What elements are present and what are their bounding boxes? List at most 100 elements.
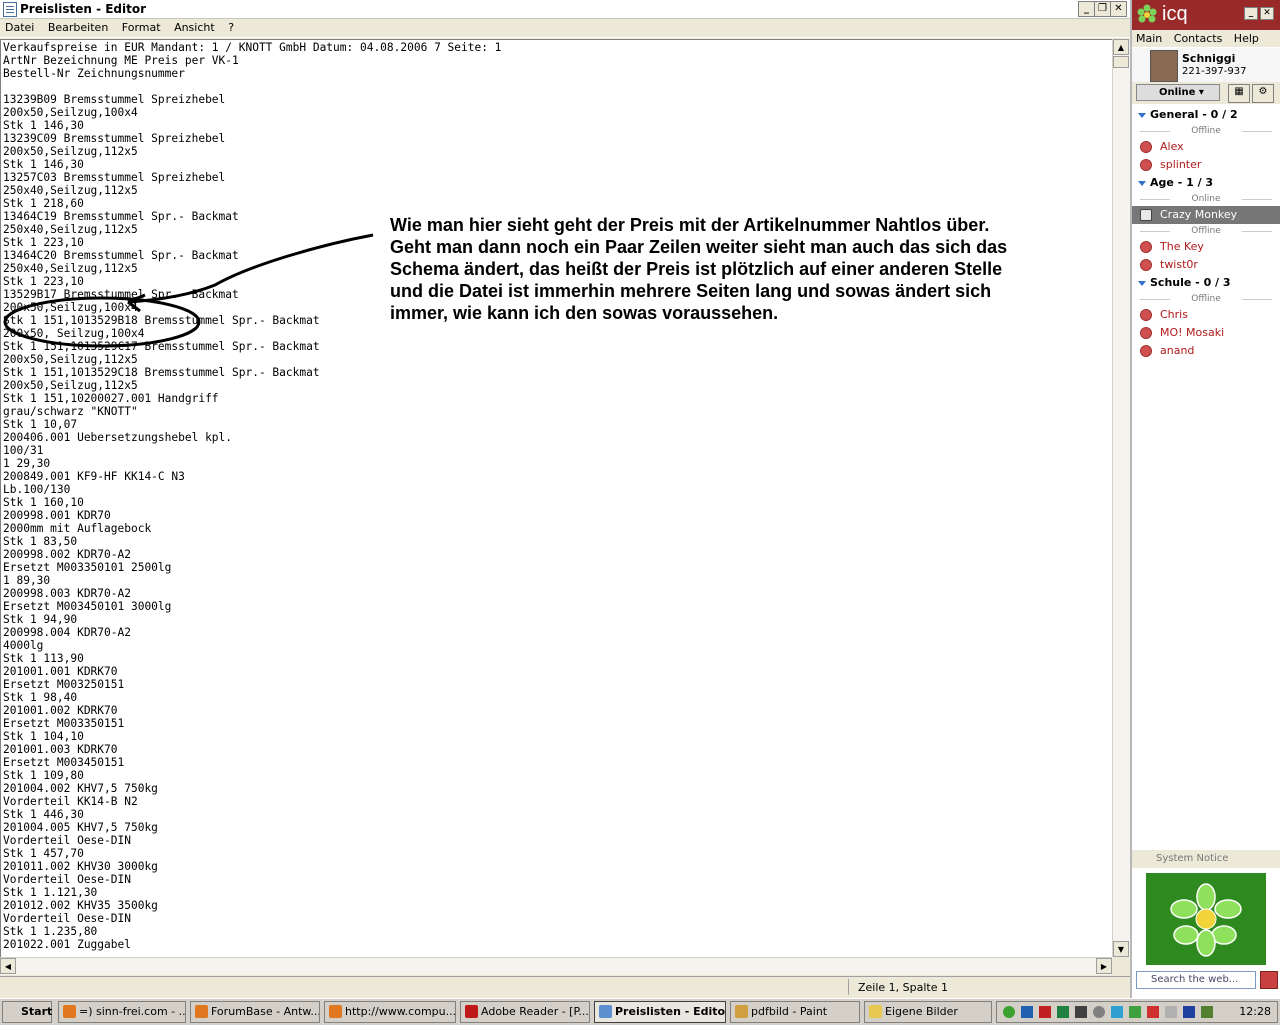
web-search-input[interactable]: Search the web...: [1136, 971, 1256, 989]
contact-mo-mosaki[interactable]: MO! Mosaki: [1132, 324, 1280, 342]
taskbar-item-http[interactable]: http://www.compu...: [324, 1001, 456, 1023]
menu-help[interactable]: ?: [223, 19, 239, 37]
contact-twist0r[interactable]: twist0r: [1132, 256, 1280, 274]
cursor-position: Zeile 1, Spalte 1: [858, 981, 949, 994]
group-count: 0 / 2: [1210, 108, 1238, 121]
app-tray-icon[interactable]: [1111, 1006, 1123, 1018]
icq-close-button[interactable]: ✕: [1260, 7, 1274, 20]
menu-datei[interactable]: Datei: [0, 19, 39, 37]
contact-crazy-monkey[interactable]: Crazy Monkey: [1132, 206, 1280, 224]
contacts-grid-icon[interactable]: ▦: [1228, 84, 1250, 103]
group-name: Schule: [1150, 276, 1192, 289]
icq-window: icq _ ✕ Main Contacts Help Schniggi 221-…: [1130, 0, 1280, 998]
contact-chris[interactable]: Chris: [1132, 306, 1280, 324]
contact-name: Chris: [1160, 308, 1188, 321]
icq-minimize-button[interactable]: _: [1244, 7, 1258, 20]
system-notice-bar[interactable]: System Notice: [1132, 850, 1280, 868]
icq-flower-logo-icon: [1170, 883, 1242, 957]
app-tray-icon[interactable]: [1147, 1006, 1159, 1018]
firefox-icon: [329, 1005, 342, 1018]
contact-name: Alex: [1160, 140, 1184, 153]
scroll-up-icon[interactable]: ▲: [1113, 39, 1129, 55]
icq-user-panel: Schniggi 221-397-937: [1132, 48, 1280, 82]
contact-the-key[interactable]: The Key: [1132, 238, 1280, 256]
app-tray-icon[interactable]: [1129, 1006, 1141, 1018]
notepad-title-bar[interactable]: Preislisten - Editor _ ❐ ✕: [0, 0, 1130, 19]
scroll-down-icon[interactable]: ▼: [1113, 941, 1129, 957]
minimize-button[interactable]: _: [1078, 1, 1095, 17]
avatar[interactable]: [1150, 50, 1178, 82]
taskbar-item-notepad[interactable]: Preislisten - Editor: [594, 1001, 726, 1023]
system-tray: 12:28: [996, 1001, 1278, 1023]
group-subheading: Offline: [1132, 224, 1280, 238]
icq-title-bar[interactable]: icq _ ✕: [1132, 0, 1280, 30]
app-tray-icon[interactable]: [1093, 1006, 1105, 1018]
group-age[interactable]: Age - 1 / 3: [1132, 174, 1280, 192]
icq-menu-bar: Main Contacts Help: [1132, 30, 1280, 47]
antivirus-tray-icon[interactable]: [1039, 1006, 1051, 1018]
online-icon: [1140, 209, 1152, 221]
offline-flower-icon: [1140, 159, 1152, 171]
icq-menu-main[interactable]: Main: [1132, 30, 1166, 47]
menu-ansicht[interactable]: Ansicht: [169, 19, 220, 37]
group-name: General: [1150, 108, 1199, 121]
taskbar-label: pdfbild - Paint: [751, 1005, 828, 1018]
group-subheading: Offline: [1132, 124, 1280, 138]
taskbar-item-eigene-bilder[interactable]: Eigene Bilder: [864, 1001, 992, 1023]
offline-flower-icon: [1140, 327, 1152, 339]
icq-menu-contacts[interactable]: Contacts: [1170, 30, 1227, 47]
menu-bar: Datei Bearbeiten Format Ansicht ?: [0, 19, 1130, 38]
text-editor-area[interactable]: Verkaufspreise in EUR Mandant: 1 / KNOTT…: [0, 39, 1113, 958]
contact-name: The Key: [1160, 240, 1204, 253]
group-schule[interactable]: Schule - 0 / 3: [1132, 274, 1280, 292]
taskbar-item-forumbase[interactable]: ForumBase - Antw...: [190, 1001, 320, 1023]
scroll-right-icon[interactable]: ▶: [1096, 958, 1112, 974]
status-bar: Zeile 1, Spalte 1: [0, 976, 1130, 997]
offline-flower-icon: [1140, 345, 1152, 357]
collapse-arrow-icon: [1138, 180, 1146, 186]
icq-menu-help[interactable]: Help: [1230, 30, 1263, 47]
volume-tray-icon[interactable]: [1165, 1006, 1177, 1018]
collapse-arrow-icon: [1138, 280, 1146, 286]
icq-logo-banner[interactable]: [1146, 873, 1266, 965]
contact-name: MO! Mosaki: [1160, 326, 1225, 339]
icq-title: icq: [1162, 3, 1188, 25]
taskbar-item-paint[interactable]: pdfbild - Paint: [730, 1001, 860, 1023]
contact-name: anand: [1160, 344, 1195, 357]
icq-tray-icon[interactable]: [1003, 1006, 1015, 1018]
contact-alex[interactable]: Alex: [1132, 138, 1280, 156]
contact-anand[interactable]: anand: [1132, 342, 1280, 360]
status-dropdown[interactable]: Online ▾: [1136, 84, 1220, 101]
search-go-icon[interactable]: [1260, 971, 1278, 989]
menu-bearbeiten[interactable]: Bearbeiten: [43, 19, 113, 37]
group-count: 1 / 3: [1186, 176, 1214, 189]
paint-icon: [735, 1005, 748, 1018]
group-count: 0 / 3: [1203, 276, 1231, 289]
group-general[interactable]: General - 0 / 2: [1132, 106, 1280, 124]
app-tray-icon[interactable]: [1201, 1006, 1213, 1018]
contact-list: General - 0 / 2 Offline Alex splinter Ag…: [1132, 106, 1280, 360]
horizontal-scrollbar[interactable]: ◀ ▶: [0, 957, 1112, 975]
app-tray-icon[interactable]: [1057, 1006, 1069, 1018]
search-placeholder: Search the web...: [1151, 974, 1239, 985]
taskbar-item-firefox-sinnfrei[interactable]: =) sinn-frei.com - ...: [58, 1001, 186, 1023]
taskbar-item-adobe-reader[interactable]: Adobe Reader - [P...: [460, 1001, 590, 1023]
app-tray-icon[interactable]: [1075, 1006, 1087, 1018]
taskbar-label: Eigene Bilder: [885, 1005, 958, 1018]
network-tray-icon[interactable]: [1021, 1006, 1033, 1018]
app-tray-icon[interactable]: [1183, 1006, 1195, 1018]
scroll-thumb[interactable]: [1113, 56, 1129, 68]
contact-splinter[interactable]: splinter: [1132, 156, 1280, 174]
adobe-reader-icon: [465, 1005, 478, 1018]
notepad-window: Preislisten - Editor _ ❐ ✕ Datei Bearbei…: [0, 0, 1130, 998]
offline-flower-icon: [1140, 141, 1152, 153]
menu-format[interactable]: Format: [117, 19, 166, 37]
contact-name: Crazy Monkey: [1160, 208, 1238, 221]
close-button[interactable]: ✕: [1110, 1, 1127, 17]
scroll-left-icon[interactable]: ◀: [0, 958, 16, 974]
vertical-scrollbar[interactable]: ▲ ▼: [1112, 39, 1130, 957]
document-text[interactable]: Verkaufspreise in EUR Mandant: 1 / KNOTT…: [1, 40, 1113, 951]
settings-icon[interactable]: ⚙: [1252, 84, 1274, 103]
start-button[interactable]: Start: [2, 1001, 52, 1023]
restore-button[interactable]: ❐: [1094, 1, 1111, 17]
